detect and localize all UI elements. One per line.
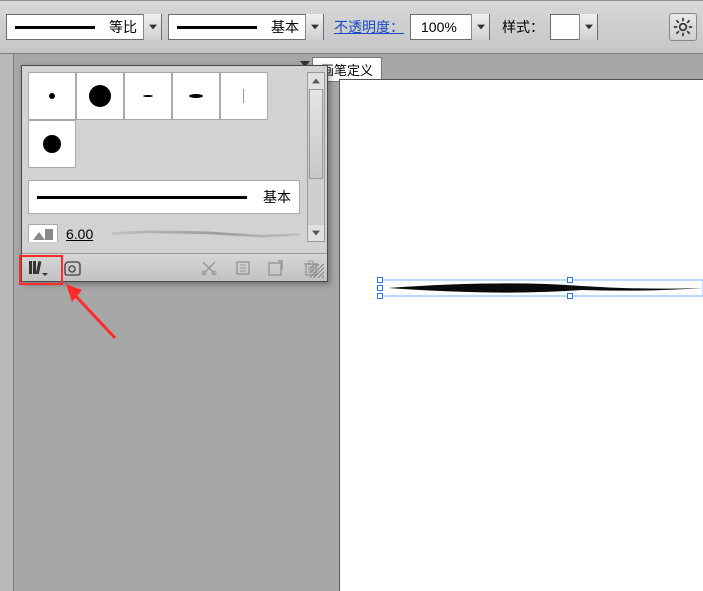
new-brush-icon[interactable]	[267, 259, 287, 277]
cc-libraries-icon[interactable]	[62, 259, 82, 277]
stroke-ratio-combo[interactable]: 等比	[6, 14, 162, 40]
brush-calligraphic-icon	[111, 225, 300, 242]
brush-definition-panel: 基本 6.00	[21, 65, 328, 282]
brush-swatch[interactable]	[28, 120, 76, 168]
scroll-up-icon[interactable]	[308, 73, 324, 89]
annotation-arrow-icon	[60, 278, 140, 348]
annotation-highlight	[19, 255, 63, 285]
brush-width-icon[interactable]	[28, 224, 58, 242]
stroke-ratio-dropdown[interactable]	[143, 14, 161, 40]
stroke-basic-preview	[169, 15, 265, 39]
bbox-handle[interactable]	[567, 277, 573, 283]
stroke-ratio-label: 等比	[103, 17, 143, 37]
style-label: 样式：	[502, 17, 544, 37]
stroke-basic-dropdown[interactable]	[305, 14, 323, 40]
left-gutter	[0, 54, 14, 591]
scroll-thumb[interactable]	[309, 89, 323, 179]
gear-icon[interactable]	[669, 13, 697, 41]
stroke-basic-combo[interactable]: 基本	[168, 14, 324, 40]
style-dropdown[interactable]	[579, 14, 597, 40]
stroke-preset-label: 基本	[255, 187, 299, 207]
brush-width-row: 6.00	[28, 220, 300, 242]
brush-stroke-preset[interactable]: 基本	[28, 180, 300, 214]
panel-footer	[22, 253, 327, 281]
cut-icon[interactable]	[199, 259, 219, 277]
panel-scrollbar[interactable]	[307, 72, 325, 242]
brush-grid: 基本 6.00	[28, 72, 305, 242]
selected-path[interactable]	[380, 274, 703, 302]
brush-swatch[interactable]	[172, 72, 220, 120]
brush-width-value[interactable]: 6.00	[66, 226, 93, 242]
stroke-ratio-preview	[7, 15, 103, 39]
opacity-value: 100%	[411, 19, 471, 35]
opacity-label[interactable]: 不透明度：	[334, 17, 404, 37]
resize-grip-icon[interactable]	[310, 264, 324, 278]
brush-swatch[interactable]	[76, 72, 124, 120]
edit-stroke-icon[interactable]	[233, 259, 253, 277]
stroke-basic-label: 基本	[265, 17, 305, 37]
stroke-line-icon	[37, 196, 247, 199]
brush-swatch[interactable]	[220, 72, 268, 120]
tooltip-text: 画笔定义	[321, 63, 373, 78]
style-field[interactable]	[550, 14, 598, 40]
options-toolbar: 等比 基本 不透明度： 100% 样式：	[0, 0, 703, 54]
opacity-field[interactable]: 100%	[410, 14, 490, 40]
brush-swatch[interactable]	[28, 72, 76, 120]
brush-swatch[interactable]	[124, 72, 172, 120]
bbox-handle[interactable]	[377, 277, 383, 283]
scroll-down-icon[interactable]	[308, 225, 324, 241]
opacity-dropdown[interactable]	[471, 14, 489, 40]
artboard[interactable]	[339, 79, 703, 591]
bbox-handle[interactable]	[377, 293, 383, 299]
bbox-handle[interactable]	[567, 293, 573, 299]
anchor-handle[interactable]	[377, 285, 383, 291]
